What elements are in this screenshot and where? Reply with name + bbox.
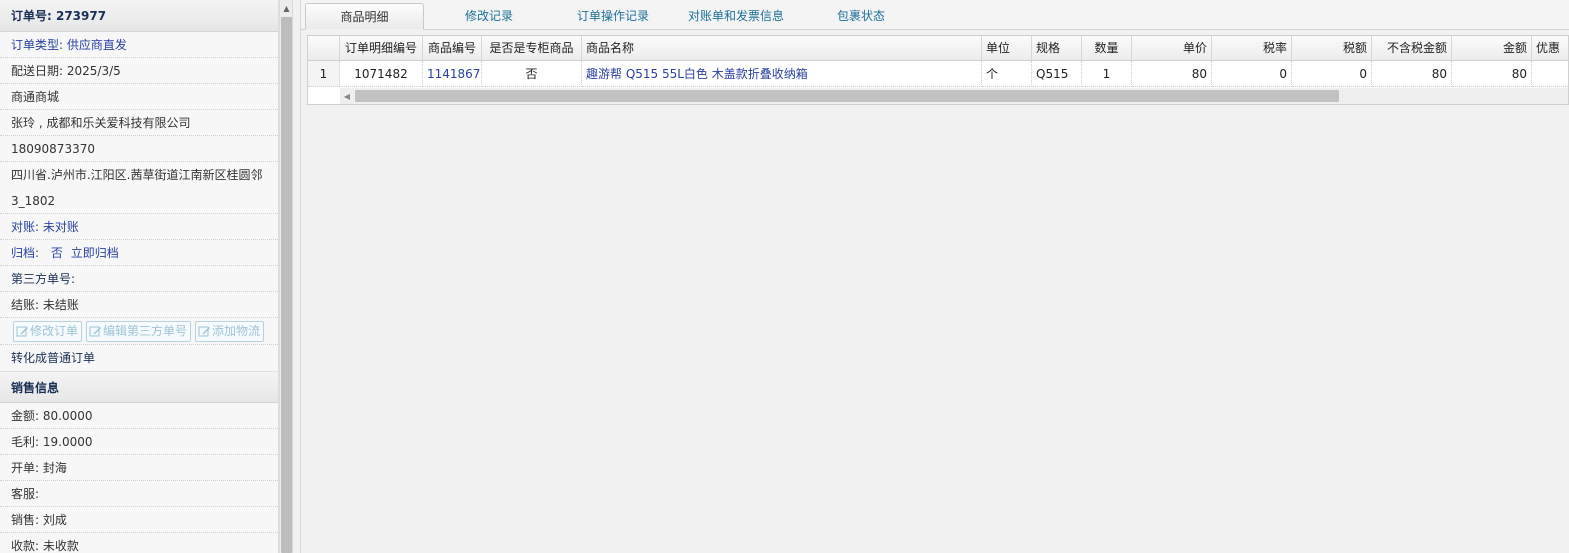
col-qty[interactable]: 数量 [1082, 36, 1132, 61]
sales-info-header: 销售信息 [0, 371, 278, 403]
col-product-name[interactable]: 商品名称 [582, 36, 982, 61]
col-unit[interactable]: 单位 [982, 36, 1032, 61]
panel-splitter[interactable] [292, 0, 301, 553]
tab-package-status[interactable]: 包裹状态 [811, 3, 911, 30]
cell-qty: 1 [1082, 61, 1132, 87]
customer-phone: 18090873370 [0, 136, 278, 162]
gross-profit: 毛利: 19.0000 [0, 429, 278, 455]
order-action-buttons: 修改订单 编辑第三方单号 添加物流 [0, 318, 278, 345]
edit-icon [198, 326, 211, 337]
row-number-header [308, 36, 340, 61]
cell-discount [1532, 61, 1568, 87]
grid-horizontal-scrollbar[interactable]: ◀ [340, 88, 1568, 104]
col-spec[interactable]: 规格 [1032, 36, 1082, 61]
sales-amount: 金额: 80.0000 [0, 403, 278, 429]
order-type: 订单类型: 供应商直发 [0, 32, 278, 58]
cell-detail-no: 1071482 [340, 61, 423, 87]
col-amount[interactable]: 金额 [1452, 36, 1532, 61]
cell-product-no[interactable]: 1141867 [423, 61, 482, 87]
customer-service: 客服: [0, 481, 278, 507]
address-line-1: 四川省.泸州市.江阳区.茜草街道江南新区桂圆邻 [11, 168, 263, 182]
scrollbar-thumb[interactable] [281, 17, 292, 553]
col-price[interactable]: 单价 [1132, 36, 1212, 61]
cell-unit: 个 [982, 61, 1032, 87]
tab-statement-invoice[interactable]: 对账单和发票信息 [681, 3, 791, 30]
archive-row: 归档: 否 立即归档 [0, 240, 278, 266]
tab-order-operation-log[interactable]: 订单操作记录 [563, 3, 663, 30]
settlement-status: 结账: 未结账 [0, 292, 278, 318]
salesperson: 销售: 刘成 [0, 507, 278, 533]
arrow-left-icon[interactable]: ◀ [340, 88, 354, 104]
convert-to-normal-order-link[interactable]: 转化成普通订单 [0, 345, 278, 371]
cell-is-counter: 否 [482, 61, 582, 87]
edit-order-button[interactable]: 修改订单 [13, 321, 83, 342]
col-tax-rate[interactable]: 税率 [1212, 36, 1292, 61]
address-line-2: 3_1802 [0, 188, 278, 214]
opened-by: 开单: 封海 [0, 455, 278, 481]
order-number-header: 订单号: 273977 [0, 0, 278, 32]
add-logistics-label: 添加物流 [212, 324, 261, 338]
cell-product-name[interactable]: 趣游帮 Q515 55L白色 木盖款折叠收纳箱 [582, 61, 982, 87]
archive-now-link[interactable]: 立即归档 [71, 246, 119, 260]
row-number: 1 [308, 61, 340, 87]
edit-icon [89, 326, 102, 337]
cell-price: 80 [1132, 61, 1212, 87]
horizontal-scrollbar-thumb[interactable] [355, 90, 1339, 102]
delivery-date: 配送日期: 2025/3/5 [0, 58, 278, 84]
col-product-no[interactable]: 商品编号 [423, 36, 482, 61]
cell-amount-ex-tax: 80 [1372, 61, 1452, 87]
cell-spec: Q515 [1032, 61, 1082, 87]
cell-amount: 80 [1452, 61, 1532, 87]
col-amount-ex-tax[interactable]: 不含税金额 [1372, 36, 1452, 61]
customer-name: 张玲 , 成都和乐关爱科技有限公司 [0, 110, 278, 136]
col-discount[interactable]: 优惠 [1532, 36, 1568, 61]
col-tax[interactable]: 税额 [1292, 36, 1372, 61]
archive-status: 否 [50, 246, 63, 260]
tab-bar: 商品明细 修改记录 订单操作记录 对账单和发票信息 包裹状态 [301, 0, 1569, 30]
reconciliation-status: 对账: 未对账 [0, 214, 278, 240]
col-detail-no[interactable]: 订单明细编号 [340, 36, 423, 61]
third-party-number: 第三方单号: [0, 266, 278, 292]
edit-order-label: 修改订单 [30, 324, 79, 338]
cell-tax: 0 [1292, 61, 1372, 87]
detail-area: 商品明细 修改记录 订单操作记录 对账单和发票信息 包裹状态 订单明细编号 商品… [301, 0, 1569, 553]
edit-third-party-button[interactable]: 编辑第三方单号 [86, 321, 192, 342]
col-is-counter[interactable]: 是否是专柜商品 [482, 36, 582, 61]
grid-header: 订单明细编号 商品编号 是否是专柜商品 商品名称 单位 规格 数量 单价 税率 … [308, 36, 1568, 61]
tab-product-details[interactable]: 商品明细 [305, 3, 424, 30]
order-info-panel: 订单号: 273977 订单类型: 供应商直发 配送日期: 2025/3/5 商… [0, 0, 279, 553]
product-detail-grid: 订单明细编号 商品编号 是否是专柜商品 商品名称 单位 规格 数量 单价 税率 … [307, 35, 1569, 105]
payment-status: 收款: 未收款 [0, 533, 278, 553]
tab-modification-log[interactable]: 修改记录 [439, 3, 539, 30]
table-row[interactable]: 1 1071482 1141867 否 趣游帮 Q515 55L白色 木盖款折叠… [308, 61, 1568, 87]
left-panel-scrollbar[interactable]: ▲ [279, 0, 292, 553]
archive-label: 归档: [11, 246, 40, 260]
add-logistics-button[interactable]: 添加物流 [195, 321, 265, 342]
edit-third-party-label: 编辑第三方单号 [103, 324, 188, 338]
cell-tax-rate: 0 [1212, 61, 1292, 87]
store-name: 商通商城 [0, 84, 278, 110]
edit-icon [16, 326, 28, 337]
